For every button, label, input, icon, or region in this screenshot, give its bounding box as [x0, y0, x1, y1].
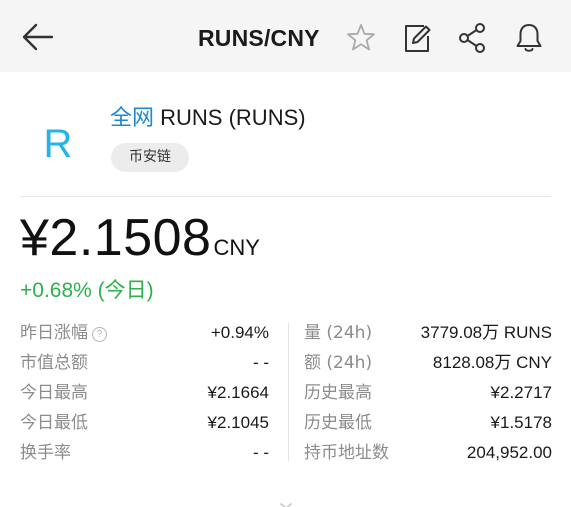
token-logo: R	[43, 122, 73, 166]
alert-button[interactable]	[512, 20, 546, 56]
edit-icon	[405, 25, 431, 52]
chevron-down-icon	[280, 503, 292, 507]
star-icon	[347, 24, 375, 51]
price-display: ¥2.1508CNY	[20, 206, 260, 270]
share-icon	[459, 23, 485, 53]
stats-row: 昨日涨幅? +0.94% 量 (24h) 3779.08万 RUNS	[0, 318, 571, 348]
network-label: 全网	[110, 105, 155, 130]
expand-button[interactable]	[276, 496, 296, 507]
token-name: RUNS (RUNS)	[160, 105, 306, 130]
stat-label: 换手率	[20, 443, 71, 463]
chain-badge[interactable]: 币安链	[111, 143, 189, 172]
stats-row: 换手率 - - 持币地址数 204,952.00	[0, 438, 571, 468]
stat-label: 今日最低	[20, 413, 88, 433]
divider	[20, 196, 551, 197]
stat-value: 3779.08万 RUNS	[420, 323, 552, 342]
stats-row: 今日最低 ¥2.1045 历史最低 ¥1.5178	[0, 408, 571, 438]
stat-value: - -	[252, 443, 269, 462]
stat-label: 市值总额	[20, 353, 88, 373]
top-bar: RUNS/CNY	[0, 0, 571, 72]
stat-value: - -	[252, 353, 269, 372]
stat-value: ¥2.1664	[207, 383, 269, 402]
price-unit: CNY	[213, 235, 260, 260]
stat-label: 昨日涨幅?	[20, 318, 107, 348]
pair-title: RUNS/CNY	[198, 25, 320, 51]
back-arrow-icon	[22, 23, 54, 51]
current-price: ¥2.1508	[20, 209, 212, 267]
stats-row: 市值总额 - - 额 (24h) 8128.08万 CNY	[0, 348, 571, 378]
help-icon[interactable]: ?	[92, 327, 107, 342]
edit-button[interactable]	[400, 20, 434, 56]
stat-label: 历史最低	[304, 413, 372, 433]
stat-label: 今日最高	[20, 383, 88, 403]
stat-label: 量 (24h)	[304, 323, 373, 343]
stat-value: 204,952.00	[466, 443, 552, 462]
stat-value: ¥1.5178	[490, 413, 552, 432]
price-change: +0.68% (今日)	[20, 279, 154, 302]
bell-icon	[516, 24, 542, 52]
stat-value: ¥2.2717	[490, 383, 552, 402]
favorite-button[interactable]	[344, 20, 378, 56]
stat-label: 持币地址数	[304, 443, 389, 463]
stat-label: 历史最高	[304, 383, 372, 403]
token-title: 全网 RUNS (RUNS)	[110, 100, 306, 136]
back-button[interactable]	[18, 20, 58, 54]
stat-value: +0.94%	[210, 323, 269, 342]
stat-value: 8128.08万 CNY	[432, 353, 552, 372]
stat-value: ¥2.1045	[207, 413, 269, 432]
share-button[interactable]	[456, 20, 490, 56]
stat-label: 额 (24h)	[304, 353, 373, 373]
stats-row: 今日最高 ¥2.1664 历史最高 ¥2.2717	[0, 378, 571, 408]
